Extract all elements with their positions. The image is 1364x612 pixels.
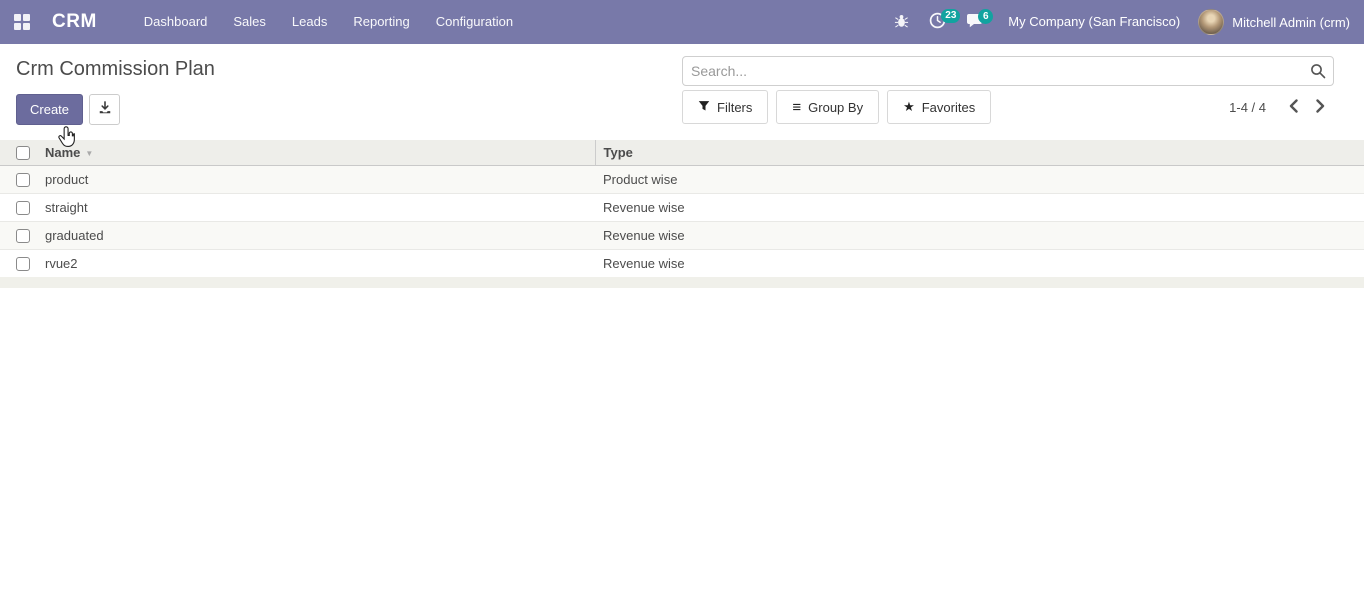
star-icon: ★ bbox=[903, 99, 915, 114]
table-footer-strip bbox=[0, 277, 1364, 288]
select-all-checkbox[interactable] bbox=[16, 146, 30, 161]
pager-next-button[interactable] bbox=[1307, 95, 1334, 120]
favorites-button[interactable]: ★ Favorites bbox=[887, 90, 992, 124]
table-row[interactable]: rvue2 Revenue wise bbox=[0, 248, 1364, 277]
table-header-row: Name ▼ Type bbox=[0, 140, 1364, 166]
chevron-left-icon bbox=[1288, 98, 1299, 116]
top-navbar: CRM Dashboard Sales Leads Reporting Conf… bbox=[0, 0, 1364, 44]
row-checkbox[interactable] bbox=[16, 228, 30, 243]
pager-range: 1-4 / 4 bbox=[1229, 99, 1266, 115]
row-checkbox[interactable] bbox=[16, 172, 30, 187]
cell-type: Revenue wise bbox=[603, 227, 685, 243]
download-icon bbox=[98, 101, 112, 118]
search-input[interactable] bbox=[682, 56, 1334, 86]
type-header-label: Type bbox=[603, 144, 633, 160]
apps-menu-button[interactable] bbox=[0, 0, 44, 44]
cell-type: Revenue wise bbox=[603, 199, 685, 215]
pager: 1-4 / 4 bbox=[1229, 95, 1334, 120]
filters-button[interactable]: Filters bbox=[682, 90, 769, 124]
group-by-label: Group By bbox=[808, 99, 864, 115]
menu-item-reporting[interactable]: Reporting bbox=[340, 0, 422, 44]
table-row[interactable]: straight Revenue wise bbox=[0, 192, 1364, 221]
bars-icon: ≡ bbox=[792, 98, 802, 116]
systray: 23 6 My Company (San Francisco) Mitchell… bbox=[884, 0, 1364, 44]
user-name: Mitchell Admin (crm) bbox=[1232, 14, 1350, 30]
menu-item-dashboard[interactable]: Dashboard bbox=[131, 0, 221, 44]
records-table: Name ▼ Type product Product wise straight… bbox=[0, 140, 1364, 277]
activities-button[interactable]: 23 bbox=[919, 0, 961, 44]
name-header-label: Name bbox=[45, 144, 81, 160]
messages-badge: 6 bbox=[978, 9, 994, 24]
menu-item-sales[interactable]: Sales bbox=[220, 0, 279, 44]
cell-type: Revenue wise bbox=[603, 255, 685, 271]
main-menu: Dashboard Sales Leads Reporting Configur… bbox=[131, 0, 526, 44]
export-button[interactable] bbox=[89, 94, 121, 125]
cell-type: Product wise bbox=[603, 171, 678, 187]
cell-name: rvue2 bbox=[45, 255, 78, 271]
messages-button[interactable]: 6 bbox=[956, 0, 994, 44]
pager-previous-button[interactable] bbox=[1280, 95, 1307, 120]
user-avatar bbox=[1198, 9, 1225, 35]
app-brand[interactable]: CRM bbox=[52, 11, 97, 33]
cell-name: product bbox=[45, 171, 89, 187]
search-box bbox=[682, 56, 1334, 86]
sort-caret-icon: ▼ bbox=[85, 148, 94, 158]
select-all-cell bbox=[0, 140, 42, 166]
group-by-button[interactable]: ≡ Group By bbox=[776, 90, 880, 124]
cell-name: straight bbox=[45, 199, 88, 215]
create-button[interactable]: Create bbox=[16, 94, 84, 125]
debug-button[interactable] bbox=[884, 0, 919, 44]
menu-item-configuration[interactable]: Configuration bbox=[423, 0, 526, 44]
control-panel: Crm Commission Plan Create Filters bbox=[0, 44, 1364, 125]
apps-grid-icon bbox=[14, 14, 30, 30]
row-checkbox[interactable] bbox=[16, 200, 30, 215]
search-icon[interactable] bbox=[1310, 63, 1326, 84]
menu-item-leads[interactable]: Leads bbox=[279, 0, 340, 44]
user-menu[interactable]: Mitchell Admin (crm) bbox=[1198, 9, 1364, 35]
column-header-name[interactable]: Name ▼ bbox=[42, 140, 595, 166]
bug-icon bbox=[894, 13, 909, 32]
favorites-label: Favorites bbox=[921, 99, 976, 115]
page-title: Crm Commission Plan bbox=[16, 58, 215, 80]
row-checkbox[interactable] bbox=[16, 257, 30, 272]
table-row[interactable]: product Product wise bbox=[0, 165, 1364, 193]
filters-label: Filters bbox=[717, 99, 753, 115]
chevron-right-icon bbox=[1315, 98, 1326, 116]
company-switcher[interactable]: My Company (San Francisco) bbox=[994, 0, 1198, 44]
column-header-type[interactable]: Type bbox=[594, 140, 1364, 166]
cell-name: graduated bbox=[45, 227, 104, 243]
funnel-icon bbox=[698, 100, 710, 115]
table-row[interactable]: graduated Revenue wise bbox=[0, 220, 1364, 249]
